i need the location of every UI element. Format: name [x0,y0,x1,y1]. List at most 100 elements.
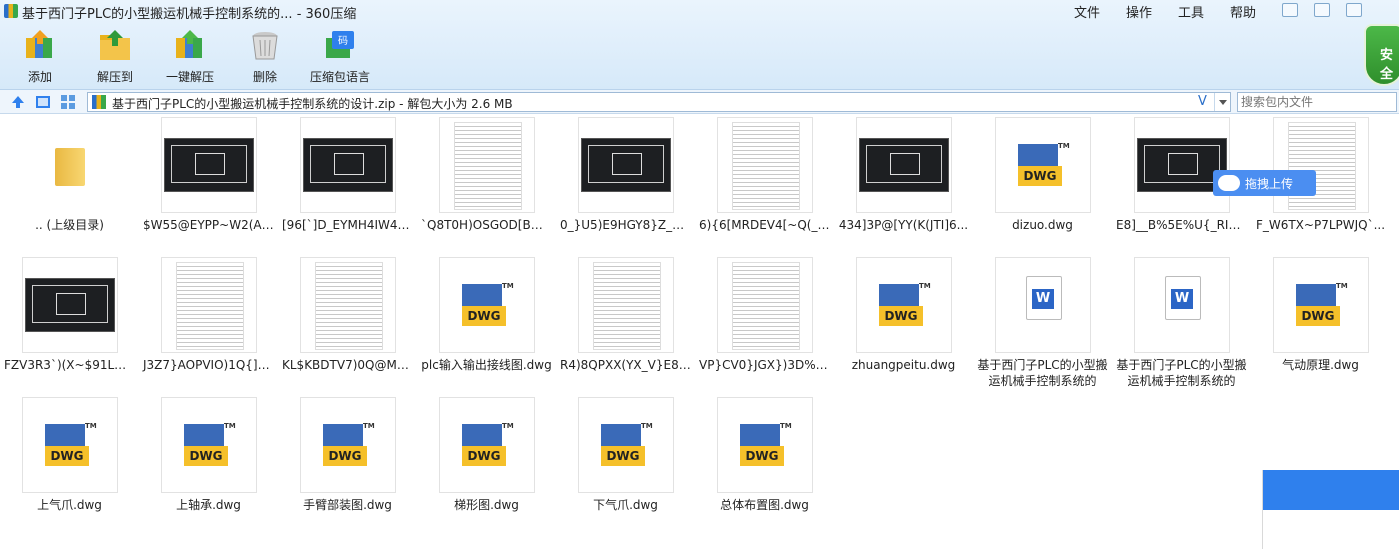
file-item[interactable]: DWG TM 总体布置图.dwg [695,395,834,529]
menu-tools[interactable]: 工具 [1178,2,1204,21]
cad-thumbnail [856,117,952,213]
file-name: plc输入输出接线图.dwg [421,358,552,372]
svg-text:码: 码 [338,35,348,47]
menu-file[interactable]: 文件 [1074,2,1100,21]
dwg-file-icon: DWG TM [856,257,952,353]
title-toolbar-area: 基于西门子PLC的小型搬运机械手控制系统的... - 360压缩 文件 操作 工… [0,0,1399,90]
word-file-icon: W [1134,257,1230,353]
document-thumbnail [578,257,674,353]
file-item[interactable]: DWG TM 手臂部装图.dwg [278,395,417,529]
dwg-file-icon: DWG TM [22,397,118,493]
file-name: $W55@EYPP~W2(A(... [143,218,278,232]
file-name: 梯形图.dwg [454,498,519,512]
file-item[interactable]: W 基于西门子PLC的小型搬运机械手控制系统的设... [1112,255,1251,389]
one-click-extract-icon [176,30,202,58]
file-name: 手臂部装图.dwg [303,498,392,512]
file-name: 上轴承.dwg [176,498,241,512]
file-item[interactable]: DWG TM 下气爪.dwg [556,395,695,529]
file-item[interactable]: KL$KBDTV7)0Q@M5... [278,255,417,389]
file-item[interactable]: [96[`]D_EYMH4IW4A{... [278,115,417,249]
file-item[interactable]: 434]3P@[YY(K(JTI]6... [834,115,973,249]
file-name: 434]3P@[YY(K(JTI]6... [838,218,969,232]
extract-to-button[interactable]: 解压到 [80,28,150,86]
cad-thumbnail [1134,117,1230,213]
delete-label: 删除 [252,70,277,84]
document-thumbnail [1273,117,1369,213]
file-name: KL$KBDTV7)0Q@M5... [282,358,416,372]
cad-thumbnail [161,117,257,213]
archive-language-label: 压缩包语言 [309,70,370,84]
document-thumbnail [717,257,813,353]
add-archive-icon [26,30,52,58]
file-name: 基于西门子PLC的小型搬运机械手控制系统的设... [1116,358,1247,388]
file-item[interactable]: `Q8T0H)OSGOD[B%}... [417,115,556,249]
file-item[interactable]: DWG TM 梯形图.dwg [417,395,556,529]
archive-language-button[interactable]: 码 压缩包语言 [305,28,375,86]
drag-upload-button[interactable]: 拖拽上传 [1213,170,1316,196]
cloud-icon [1218,175,1240,191]
file-name: 下气爪.dwg [593,498,658,512]
file-item[interactable]: DWG TM zhuangpeitu.dwg [834,255,973,389]
file-item[interactable]: .. (上级目录) [0,115,139,249]
file-grid: .. (上级目录) $W55@EYPP~W2(A(... [96[`]D_EYMH4… [0,115,1399,549]
document-thumbnail [717,117,813,213]
menu-help[interactable]: 帮助 [1230,2,1256,21]
address-bar[interactable]: 基于西门子PLC的小型搬运机械手控制系统的设计.zip - 解包大小为 2.6 … [87,92,1231,112]
file-name: 0_}U5)E9HGY8}Z_Y10... [560,218,695,232]
drag-upload-label: 拖拽上传 [1245,177,1294,191]
file-item[interactable]: DWG TM plc输入输出接线图.dwg [417,255,556,389]
file-item[interactable]: FZV3R3`)(X~$91LH7B... [0,255,139,389]
file-name: `Q8T0H)OSGOD[B%}... [421,218,556,232]
add-button[interactable]: 添加 [5,28,75,86]
encoding-icon: 码 [326,31,354,58]
search-input[interactable] [1237,92,1397,112]
dwg-file-icon: DWG TM [439,397,535,493]
dwg-file-icon: DWG TM [161,397,257,493]
file-name: E8]__B%5E%U{_RI4TB... [1116,218,1251,232]
address-dropdown-icon[interactable] [1214,93,1230,111]
cad-thumbnail [300,117,396,213]
file-name: 6){6[MRDEV4[~Q(_(... [699,218,834,232]
file-item[interactable]: 0_}U5)E9HGY8}Z_Y10... [556,115,695,249]
one-click-extract-button[interactable]: 一键解压 [155,28,225,86]
file-item[interactable]: DWG TM 气动原理.dwg [1251,255,1390,389]
folder-icon [22,117,118,213]
minimize-icon[interactable] [1346,3,1362,17]
grid-view-icon[interactable] [60,94,76,110]
address-row: 基于西门子PLC的小型搬运机械手控制系统的设计.zip - 解包大小为 2.6 … [0,90,1399,114]
title-bar: 基于西门子PLC的小型搬运机械手控制系统的... - 360压缩 文件 操作 工… [0,0,1399,22]
document-thumbnail [161,257,257,353]
delete-button[interactable]: 删除 [230,28,300,86]
extract-to-label: 解压到 [96,70,133,84]
menu-operation[interactable]: 操作 [1126,2,1152,21]
verified-v-icon: V [1198,94,1207,109]
dwg-file-icon: DWG TM [717,397,813,493]
cad-thumbnail [22,257,118,353]
file-item[interactable]: DWG TM 上轴承.dwg [139,395,278,529]
file-item[interactable]: J3Z7}AOPVIO)1Q{]KT... [139,255,278,389]
file-item[interactable]: W 基于西门子PLC的小型搬运机械手控制系统的设... [973,255,1112,389]
file-item[interactable]: DWG TM dizuo.dwg [973,115,1112,249]
file-item[interactable]: 6){6[MRDEV4[~Q(_(... [695,115,834,249]
file-item[interactable]: R4)8QPXX(YX_V}E8X... [556,255,695,389]
word-file-icon: W [995,257,1091,353]
side-panel [1262,470,1399,549]
file-name: FZV3R3`)(X~$91LH7B... [4,358,139,372]
dwg-file-icon: DWG TM [995,117,1091,213]
file-item[interactable]: VP}CV0}JGX})3D%T8... [695,255,834,389]
cad-thumbnail [578,117,674,213]
dwg-file-icon: DWG TM [439,257,535,353]
trash-icon [252,32,278,60]
file-name: 总体布置图.dwg [720,498,809,512]
large-icon-view-icon[interactable] [35,94,51,110]
dwg-file-icon: DWG TM [300,397,396,493]
extract-folder-icon [100,30,130,60]
skin-icon[interactable] [1282,3,1298,17]
add-label: 添加 [27,70,52,84]
feedback-icon[interactable] [1314,3,1330,17]
up-arrow-icon[interactable] [10,94,26,110]
file-name: zhuangpeitu.dwg [851,358,956,372]
file-item[interactable]: $W55@EYPP~W2(A(... [139,115,278,249]
file-item[interactable]: DWG TM 上气爪.dwg [0,395,139,529]
dwg-file-icon: DWG TM [1273,257,1369,353]
